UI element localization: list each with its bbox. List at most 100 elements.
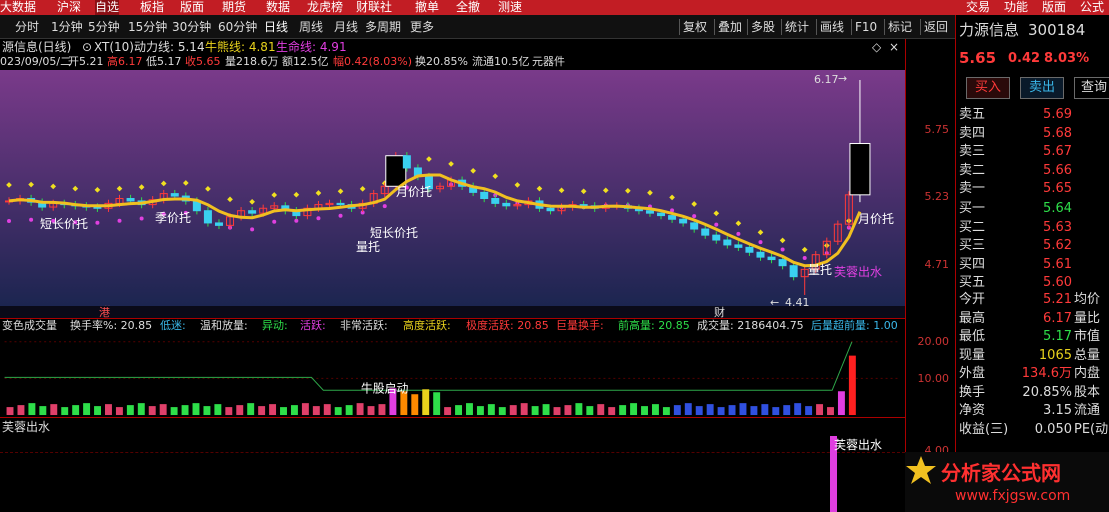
quote-panel: 力源信息 300184 5.65 0.42 8.03% 买入 卖出 查询 卖五 5… <box>955 15 1109 512</box>
close-icon[interactable]: × <box>889 39 899 55</box>
tool-button[interactable]: 统计 <box>785 19 809 35</box>
volume-bar <box>301 403 309 416</box>
quote-row: 净资 3.15 流通 <box>959 403 1101 418</box>
period-tab[interactable]: 更多 <box>410 19 434 35</box>
period-tab[interactable]: 1分钟 <box>51 19 83 35</box>
period-tab[interactable]: 周线 <box>299 19 323 35</box>
dot-magenta <box>316 216 321 221</box>
menu-item-right[interactable]: 公式 <box>1080 0 1104 15</box>
volume-bar <box>411 394 419 416</box>
tool-button[interactable]: 复权 <box>683 19 707 35</box>
menu-item[interactable]: 龙虎榜 <box>307 0 343 15</box>
kline-chart[interactable]: 6.17 → ← 4.41 短长价托 季价托 短长价托 量托 月价托 量托 芙蓉… <box>0 70 905 306</box>
candle-body <box>402 155 411 169</box>
xt-icon[interactable]: ⊙ <box>82 39 92 55</box>
quote-row: 外盘 134.6万 内盘 <box>959 366 1101 381</box>
volume-bar <box>816 404 824 416</box>
high: 高6.17 <box>107 55 143 68</box>
volume-bar <box>739 403 747 416</box>
label-jijiatuo: 季价托 <box>155 211 191 225</box>
period-tab[interactable]: 5分钟 <box>88 19 120 35</box>
period-tab[interactable]: 分时 <box>15 19 39 35</box>
quote-row: 收益(三) 0.050 PE(动 <box>959 421 1109 437</box>
menu-item[interactable]: 数据 <box>266 0 290 15</box>
candle-body <box>679 218 688 224</box>
volume-bar <box>126 405 134 416</box>
menu-item-right[interactable]: 版面 <box>1042 0 1066 15</box>
stock-code: 300184 <box>1028 21 1086 39</box>
vol-prev-high: 前高量: 20.85 <box>618 319 690 332</box>
query-button[interactable]: 查询 <box>1074 77 1109 99</box>
dot-magenta <box>250 227 255 232</box>
menu-item-right[interactable]: 交易 <box>966 0 990 15</box>
candle-body <box>745 246 754 253</box>
period-tab[interactable]: 月线 <box>334 19 358 35</box>
dongli-line: 动力线: 5.14 <box>134 40 205 54</box>
menu-item[interactable]: 期货 <box>222 0 246 15</box>
tool-button[interactable]: 返回 <box>924 19 948 35</box>
volume-bar <box>487 404 495 416</box>
tick-523: 5.23 <box>924 190 950 203</box>
menu-item[interactable]: 版面 <box>180 0 204 15</box>
menu-item[interactable]: 财联社 <box>356 0 392 15</box>
volume-bar <box>509 405 517 416</box>
quote-row: 卖四 5.68 <box>959 125 1072 141</box>
period-tab[interactable]: 60分钟 <box>218 19 257 35</box>
sell-button[interactable]: 卖出 <box>1020 77 1064 99</box>
vol-amount: 成交量: 2186404.75 <box>697 319 804 332</box>
vol-extreme: 极度活跃: 20.85 <box>466 319 549 332</box>
dot-magenta <box>338 213 343 218</box>
vol-turnover: 换手率%: 20.85 <box>70 319 153 332</box>
volume-bar <box>334 407 342 416</box>
dot-magenta <box>802 255 807 260</box>
menu-item[interactable]: 全撤 <box>456 0 480 15</box>
period-tab[interactable]: 15分钟 <box>128 19 167 35</box>
candle-body <box>734 244 743 248</box>
diamond-icon[interactable]: ◇ <box>872 39 881 55</box>
volume-bar <box>312 406 320 416</box>
tool-button[interactable]: 画线 <box>820 19 844 35</box>
volume-bar <box>345 405 353 416</box>
menu-item[interactable]: 板指 <box>140 0 164 15</box>
vol-high-active: 高度活跃: <box>403 319 451 332</box>
ohlc-header: 023/09/05/二 开5.21 高6.17 低5.17 收5.65 量218… <box>0 54 905 69</box>
buy-button[interactable]: 买入 <box>966 77 1010 99</box>
tool-button[interactable]: 叠加 <box>718 19 742 35</box>
tool-button[interactable]: 多股 <box>751 19 775 35</box>
dot-magenta <box>714 222 719 227</box>
period-tab[interactable]: 日线 <box>264 19 288 35</box>
menu-item[interactable]: 大数据 <box>0 0 36 15</box>
tool-button[interactable]: F10 <box>855 19 877 35</box>
volume-bar <box>783 405 791 416</box>
menu-item-right[interactable]: 功能 <box>1004 0 1028 15</box>
quote-row: 卖三 5.67 <box>959 144 1072 159</box>
open: 开5.21 <box>68 55 104 68</box>
dot-magenta <box>758 240 763 245</box>
date-strip: 港 财 <box>0 306 905 319</box>
volume-bar <box>564 405 572 416</box>
period-tab[interactable]: 多周期 <box>365 19 401 35</box>
tick-vol-10: 10.00 <box>917 372 950 385</box>
candle-body <box>336 202 345 206</box>
menu-item[interactable]: 撤单 <box>415 0 439 15</box>
niugu-label: 牛股启动 <box>361 381 409 395</box>
volume-bar <box>641 406 648 416</box>
volume-bar <box>837 391 845 416</box>
volume-bar <box>498 407 506 416</box>
label-liangtuo-2: 量托 <box>808 263 832 277</box>
dot-magenta <box>7 218 11 223</box>
menu-item[interactable]: 自选 <box>95 0 120 15</box>
candle-body <box>126 197 135 202</box>
menu-item[interactable]: 沪深 <box>57 0 81 15</box>
low-label: 4.41 <box>785 296 810 306</box>
indicator-title: 芙蓉出水 <box>2 420 51 434</box>
candle-body <box>546 207 555 212</box>
menu-item[interactable]: 测速 <box>498 0 522 15</box>
dot-magenta <box>692 214 697 219</box>
candle-body <box>789 265 798 278</box>
shengming-line: 生命线: 4.91 <box>276 40 347 54</box>
volume-bar <box>170 407 178 416</box>
volume-bar <box>192 403 200 416</box>
tool-button[interactable]: 标记 <box>888 19 912 35</box>
period-tab[interactable]: 30分钟 <box>172 19 211 35</box>
